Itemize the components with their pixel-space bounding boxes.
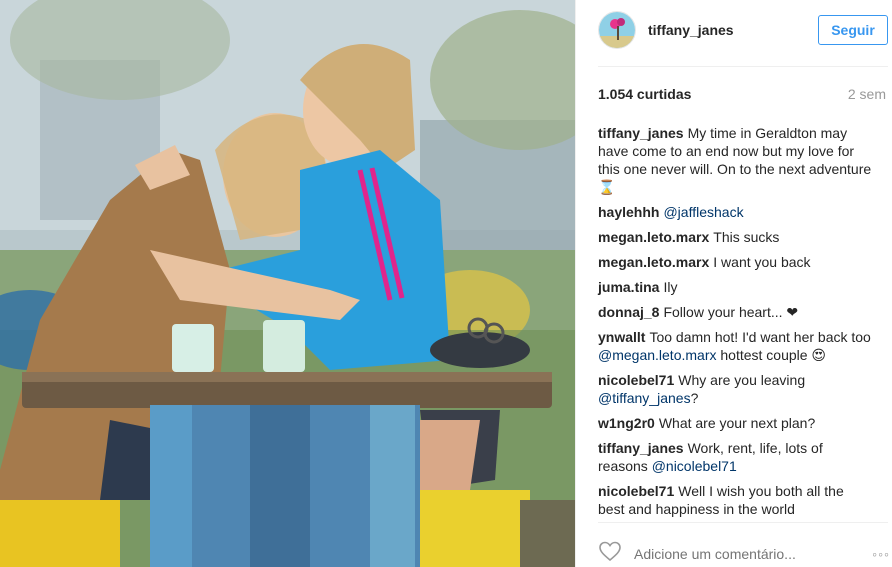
post-header: tiffany_janes Seguir <box>598 10 888 50</box>
comment-text: Too damn hot! I'd want her back too <box>649 329 871 345</box>
comment-username[interactable]: tiffany_janes <box>598 125 684 141</box>
comment-text-after: ? <box>690 390 699 406</box>
comment-input[interactable] <box>634 545 873 562</box>
likes-row: 1.054 curtidas 2 sem <box>598 86 886 102</box>
comment-username[interactable]: ynwallt <box>598 329 645 345</box>
comment: donnaj_8 Follow your heart... ❤ <box>598 303 873 321</box>
divider <box>598 522 888 523</box>
comment: w1ng2r0 What are your next plan? <box>598 414 873 432</box>
comment-text: Follow your heart... ❤ <box>663 304 799 320</box>
comment: haylehhh @jaffleshack <box>598 203 873 221</box>
comment: nicolebel71 Well I wish you both all the … <box>598 482 873 518</box>
comment-username[interactable]: w1ng2r0 <box>598 415 655 431</box>
comment-username[interactable]: tiffany_janes <box>598 440 684 456</box>
post-time[interactable]: 2 sem <box>848 86 886 102</box>
post-username[interactable]: tiffany_janes <box>648 22 818 38</box>
comment-mention[interactable]: @tiffany_janes <box>598 390 691 406</box>
comment-text: Ily <box>663 279 678 295</box>
comment-mention[interactable]: @megan.leto.marx <box>598 347 716 363</box>
comment-username[interactable]: haylehhh <box>598 204 659 220</box>
comment-username[interactable]: donnaj_8 <box>598 304 659 320</box>
comment: megan.leto.marx This sucks <box>598 228 873 246</box>
comment: juma.tina Ily <box>598 278 873 296</box>
comment-text: What are your next plan? <box>658 415 816 431</box>
comment-username[interactable]: juma.tina <box>598 279 659 295</box>
comment-text: I want you back <box>713 254 811 270</box>
photo-scene <box>0 0 575 567</box>
comment-username[interactable]: nicolebel71 <box>598 483 674 499</box>
like-count[interactable]: 1.054 curtidas <box>598 86 691 102</box>
comment: tiffany_janes Work, rent, life, lots of r… <box>598 439 873 475</box>
comment: megan.leto.marx I want you back <box>598 253 873 271</box>
avatar[interactable] <box>598 11 636 49</box>
comment: ynwallt Too damn hot! I'd want her back t… <box>598 328 873 364</box>
post-sidebar: tiffany_janes Seguir 1.054 curtidas 2 se… <box>575 0 892 567</box>
comment-list: tiffany_janes My time in Geraldton may ha… <box>598 124 873 525</box>
follow-button[interactable]: Seguir <box>818 15 888 45</box>
more-options-icon[interactable]: ◦◦◦ <box>872 546 890 562</box>
comment-text-after: hottest couple 😍 <box>720 347 827 363</box>
heart-outline-icon[interactable] <box>598 540 622 567</box>
comment-text: Why are you leaving <box>678 372 806 388</box>
post-photo[interactable] <box>0 0 575 567</box>
comment: nicolebel71 Why are you leaving @tiffany_… <box>598 371 873 407</box>
comment-mention[interactable]: @jaffleshack <box>663 204 743 220</box>
comment: tiffany_janes My time in Geraldton may ha… <box>598 124 873 196</box>
comment-text: This sucks <box>713 229 780 245</box>
comment-username[interactable]: megan.leto.marx <box>598 254 709 270</box>
divider <box>598 66 888 67</box>
comment-username[interactable]: nicolebel71 <box>598 372 674 388</box>
comment-mention[interactable]: @nicolebel71 <box>652 458 737 474</box>
comment-bar: ◦◦◦ <box>598 540 890 567</box>
comment-username[interactable]: megan.leto.marx <box>598 229 709 245</box>
